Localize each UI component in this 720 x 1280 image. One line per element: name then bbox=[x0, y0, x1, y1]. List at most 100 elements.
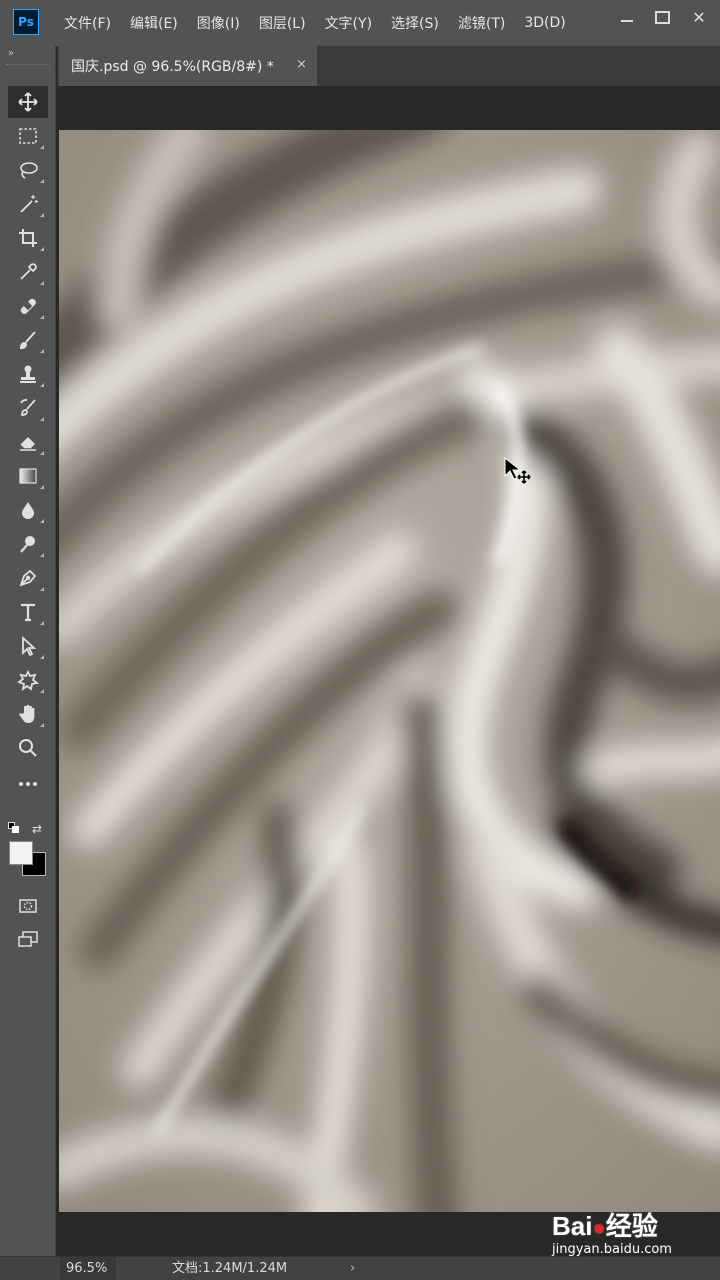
minimize-button[interactable] bbox=[612, 6, 642, 28]
watermark-logo-left: Bai bbox=[552, 1211, 593, 1241]
zoom-level-field[interactable]: 96.5% bbox=[60, 1257, 116, 1280]
gradient-icon bbox=[19, 468, 37, 484]
status-menu-arrow-icon[interactable]: › bbox=[350, 1257, 355, 1280]
tool-group-corner bbox=[40, 247, 44, 251]
drop-icon bbox=[22, 502, 34, 519]
toolbox-divider bbox=[6, 64, 50, 66]
tool-group-corner bbox=[40, 349, 44, 353]
history-brush-icon bbox=[20, 399, 36, 416]
menu-image[interactable]: 图像(I) bbox=[197, 13, 240, 33]
paw-icon: ● bbox=[592, 1215, 606, 1240]
move-icon bbox=[18, 92, 38, 112]
watermark-logo: Bai●经验 bbox=[552, 1206, 658, 1243]
path-select-tool[interactable] bbox=[8, 630, 48, 662]
canvas-area[interactable] bbox=[57, 86, 720, 1256]
shape-tool[interactable] bbox=[8, 664, 48, 696]
foreground-color-swatch[interactable] bbox=[9, 841, 33, 865]
stamp-tool[interactable] bbox=[8, 358, 48, 390]
menu-layer[interactable]: 图层(L) bbox=[259, 13, 306, 33]
watermark-url: jingyan.baidu.com bbox=[552, 1242, 672, 1257]
close-window-button[interactable]: ✕ bbox=[684, 6, 714, 28]
zoom-tool[interactable] bbox=[8, 732, 48, 764]
quick-mask-button[interactable] bbox=[8, 890, 48, 922]
tool-group-corner bbox=[40, 723, 44, 727]
toolbox: » ⇄ bbox=[0, 46, 56, 1256]
screen-mode-icon bbox=[18, 931, 38, 947]
stamp-icon bbox=[20, 365, 36, 383]
move-cursor-icon bbox=[504, 456, 531, 484]
baidu-jingyan-watermark: Bai●经验 jingyan.baidu.com bbox=[552, 1196, 712, 1266]
type-icon bbox=[21, 603, 35, 622]
tool-group-corner bbox=[40, 281, 44, 285]
arrow-icon bbox=[22, 635, 37, 657]
gradient-tool[interactable] bbox=[8, 460, 48, 492]
tool-group-corner bbox=[40, 451, 44, 455]
screen-mode-button[interactable] bbox=[8, 924, 48, 956]
menu-bar: Ps 文件(F) 编辑(E) 图像(I) 图层(L) 文字(Y) 选择(S) 滤… bbox=[0, 0, 720, 46]
marquee-tool[interactable] bbox=[8, 120, 48, 152]
default-bg-icon bbox=[12, 826, 19, 833]
tab-close-icon[interactable]: × bbox=[296, 57, 307, 72]
color-swatches: ⇄ bbox=[8, 822, 50, 884]
menu-3d[interactable]: 3D(D) bbox=[524, 15, 565, 31]
menu-items: 文件(F) 编辑(E) 图像(I) 图层(L) 文字(Y) 选择(S) 滤镜(T… bbox=[64, 0, 585, 46]
tool-group-corner bbox=[40, 383, 44, 387]
lasso-tool[interactable] bbox=[8, 154, 48, 186]
tool-group-corner bbox=[40, 553, 44, 557]
quick-mask-icon bbox=[19, 899, 37, 913]
pen-tool[interactable] bbox=[8, 562, 48, 594]
eyedropper-icon bbox=[20, 263, 37, 280]
photoshop-logo-icon[interactable]: Ps bbox=[13, 9, 39, 35]
document-tab[interactable]: 国庆.psd @ 96.5%(RGB/8#) * × bbox=[59, 46, 317, 86]
move-tool[interactable] bbox=[8, 86, 48, 118]
eraser-tool[interactable] bbox=[8, 426, 48, 458]
blur-tool[interactable] bbox=[8, 494, 48, 526]
tool-group-corner bbox=[40, 587, 44, 591]
tool-group-corner bbox=[40, 213, 44, 217]
magnifier-icon bbox=[19, 739, 37, 757]
silk-fabric-image bbox=[59, 130, 720, 1212]
healing-tool[interactable] bbox=[8, 290, 48, 322]
eyedropper-tool[interactable] bbox=[8, 256, 48, 288]
type-tool[interactable] bbox=[8, 596, 48, 628]
brush-icon bbox=[19, 331, 36, 350]
tool-group-corner bbox=[40, 485, 44, 489]
history-brush-tool[interactable] bbox=[8, 392, 48, 424]
tool-group-corner bbox=[40, 655, 44, 659]
swap-colors-icon[interactable]: ⇄ bbox=[32, 822, 42, 836]
magic-wand-icon bbox=[20, 195, 38, 213]
custom-shape-icon bbox=[17, 669, 39, 691]
bandage-icon bbox=[20, 298, 36, 314]
hand-tool[interactable] bbox=[8, 698, 48, 730]
default-colors-icon[interactable] bbox=[8, 822, 20, 834]
menu-filter[interactable]: 滤镜(T) bbox=[458, 13, 505, 33]
document-size-info: 文档:1.24M/1.24M bbox=[172, 1261, 288, 1276]
watermark-logo-right: 经验 bbox=[605, 1211, 658, 1241]
magic-wand-tool[interactable] bbox=[8, 188, 48, 220]
document-canvas[interactable] bbox=[59, 130, 720, 1212]
tool-group-corner bbox=[40, 179, 44, 183]
eraser-icon bbox=[19, 437, 36, 451]
collapse-toolbox-icon[interactable]: » bbox=[8, 48, 14, 59]
dodge-icon bbox=[20, 536, 35, 553]
menu-select[interactable]: 选择(S) bbox=[391, 13, 439, 33]
tool-group-corner bbox=[40, 519, 44, 523]
menu-file[interactable]: 文件(F) bbox=[64, 13, 111, 33]
hand-icon bbox=[19, 704, 35, 723]
tool-group-corner bbox=[40, 689, 44, 693]
rect-marquee-icon bbox=[19, 128, 37, 144]
tool-group-corner bbox=[40, 417, 44, 421]
menu-edit[interactable]: 编辑(E) bbox=[130, 13, 178, 33]
tool-group-corner bbox=[40, 145, 44, 149]
more-tools[interactable] bbox=[8, 768, 48, 800]
brush-tool[interactable] bbox=[8, 324, 48, 356]
crop-tool[interactable] bbox=[8, 222, 48, 254]
document-tab-title: 国庆.psd @ 96.5%(RGB/8#) * bbox=[71, 59, 274, 75]
dodge-tool[interactable] bbox=[8, 528, 48, 560]
menu-type[interactable]: 文字(Y) bbox=[325, 13, 372, 33]
tool-group-corner bbox=[40, 315, 44, 319]
document-tab-bar: 国庆.psd @ 96.5%(RGB/8#) * × bbox=[57, 46, 720, 86]
crop-icon bbox=[19, 229, 37, 247]
maximize-button[interactable] bbox=[647, 6, 677, 28]
tool-group-corner bbox=[40, 621, 44, 625]
